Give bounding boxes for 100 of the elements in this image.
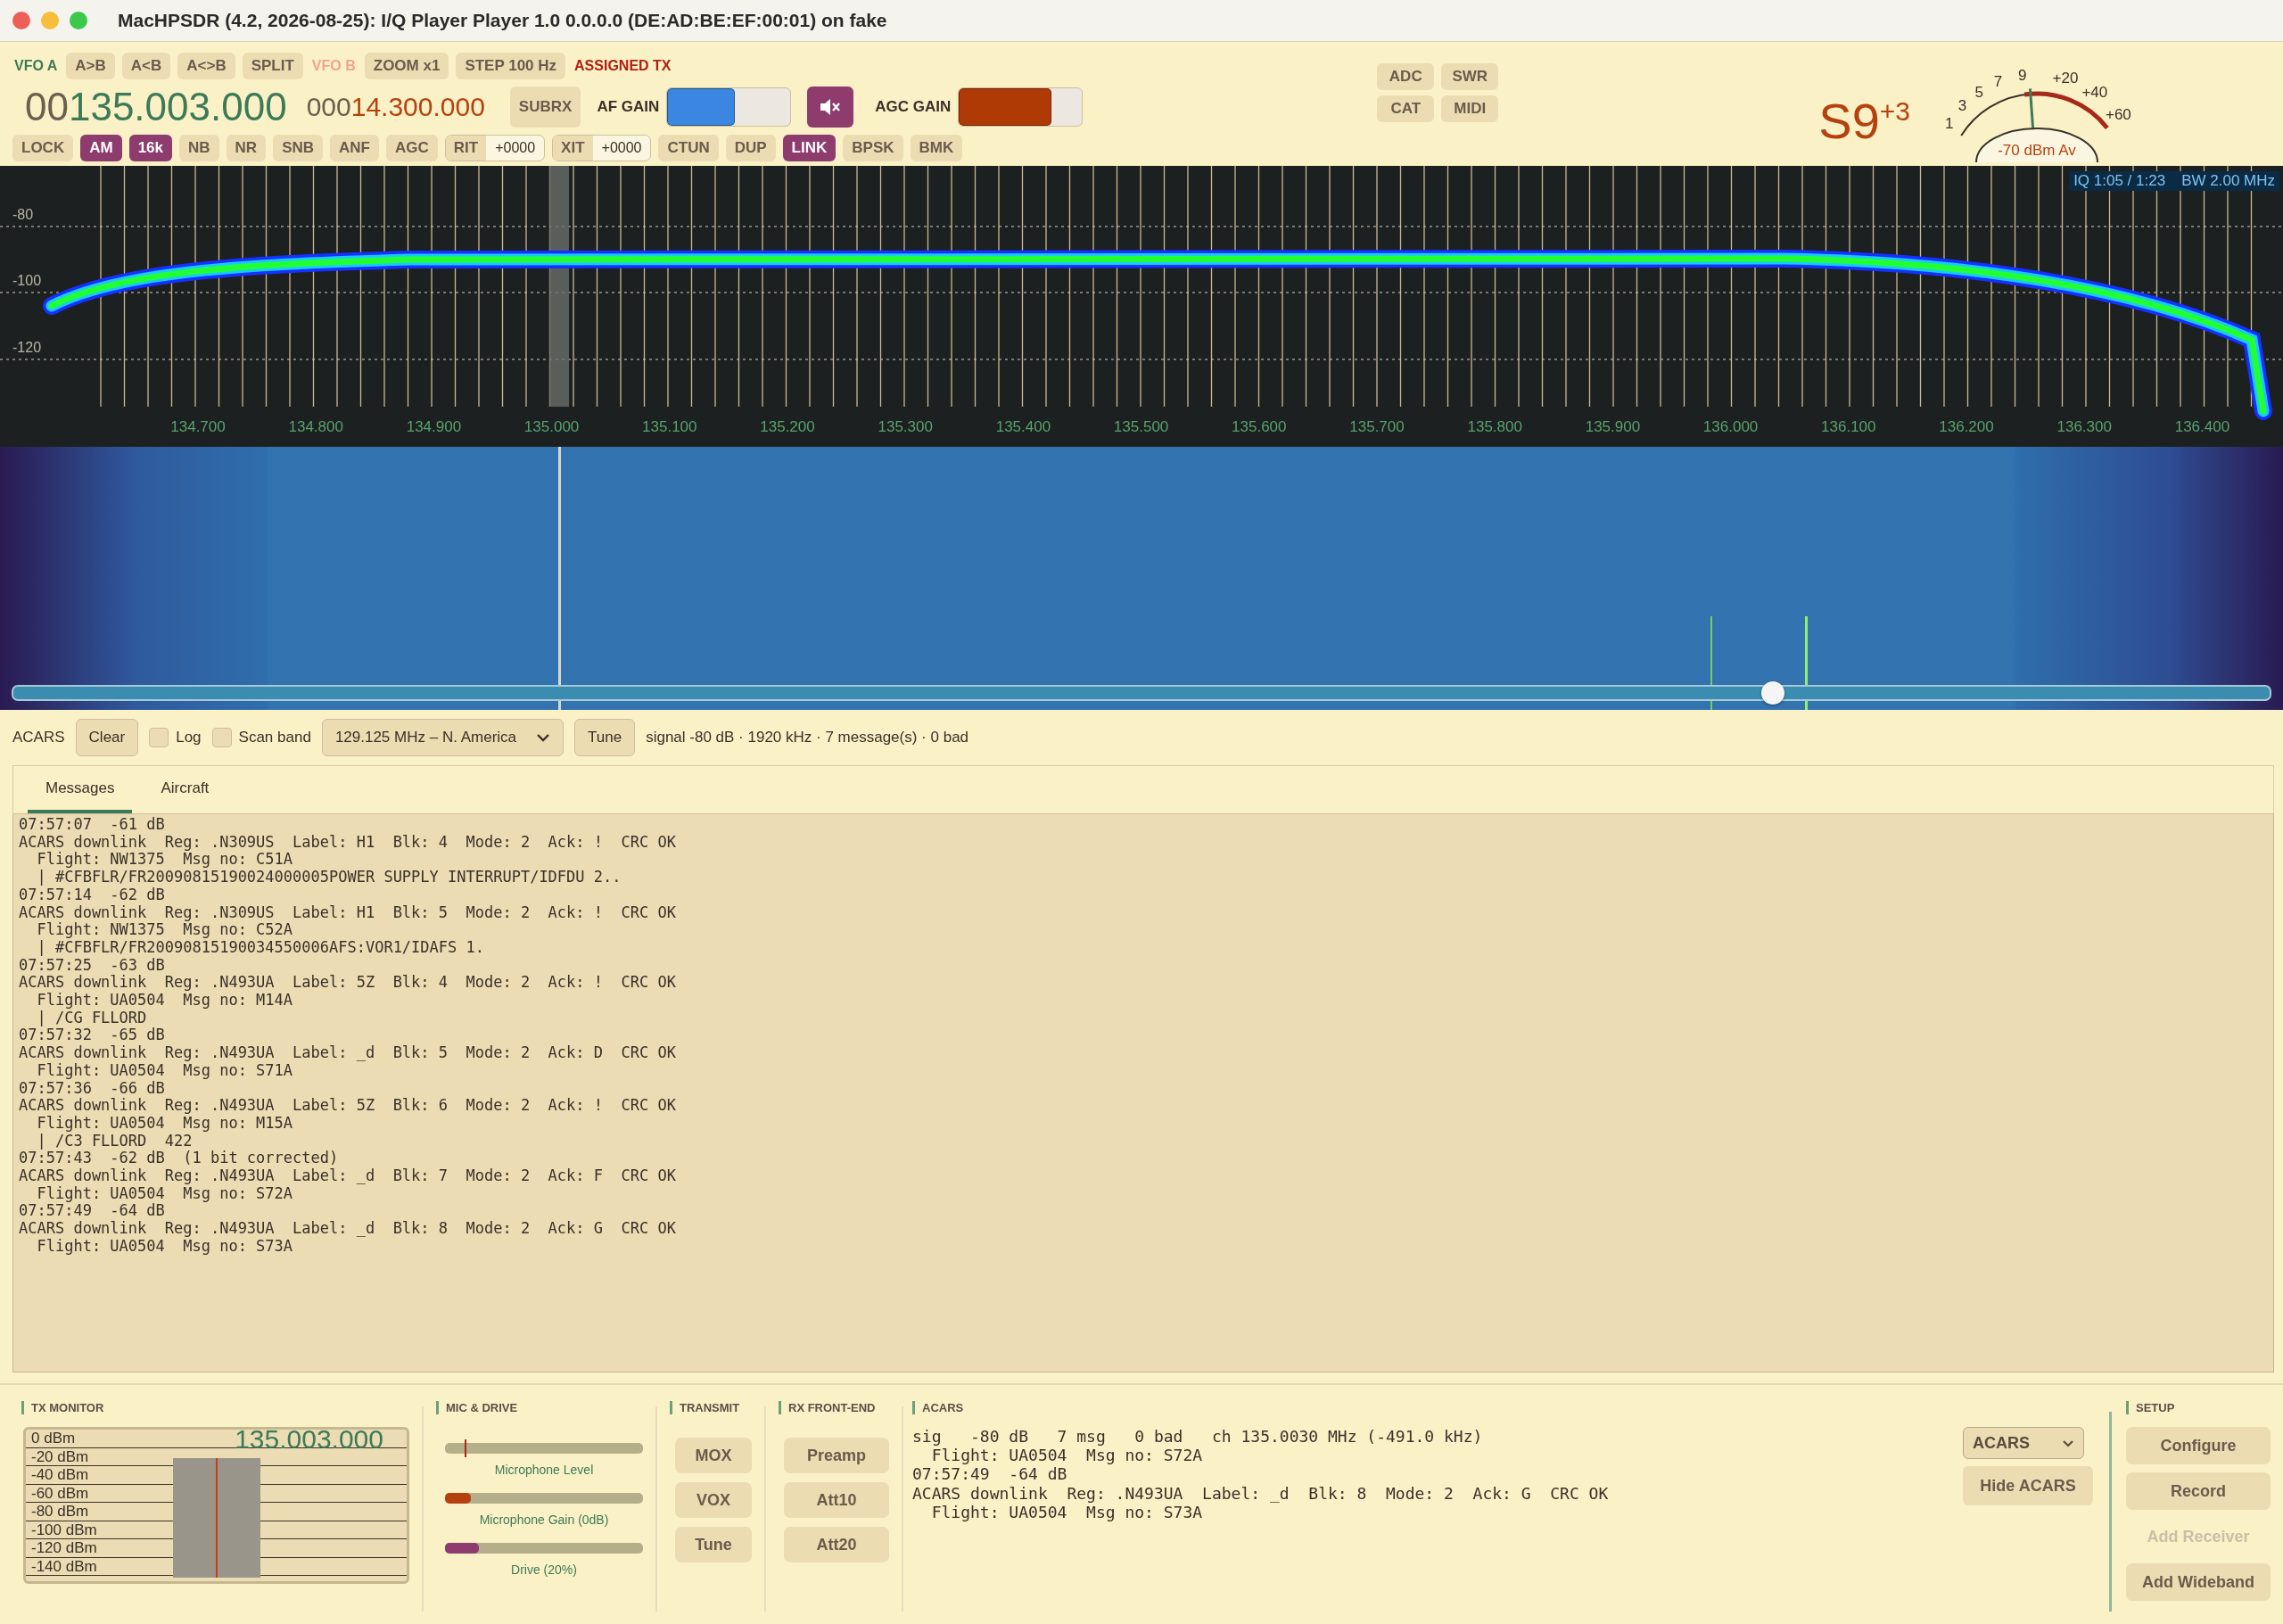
mode-button[interactable]: BMK [910, 135, 963, 161]
mode-button[interactable]: AGC [386, 135, 438, 161]
frequency-label: 135.300 [878, 418, 933, 435]
setup-button[interactable]: Configure [2126, 1427, 2271, 1464]
checkbox-label[interactable]: Log [176, 729, 202, 746]
close-button[interactable] [12, 12, 30, 29]
frequency-label: 135.400 [995, 418, 1051, 435]
agc-gain-slider[interactable] [958, 87, 1084, 127]
log-line: 07:57:36 -66 dB [19, 1079, 166, 1098]
meter-label: +20 [2052, 70, 2079, 87]
af-gain-label: AF GAIN [597, 98, 660, 116]
log-line: | /C3 FLLORD 422 [36, 1132, 193, 1150]
log-line: ACARS downlink Reg: .N493UA Label: _d Blk: 7 Mode: 2 Ack: F CRC OK [19, 1167, 677, 1185]
minimize-button[interactable] [41, 12, 59, 29]
setup-button[interactable]: Add Wideband [2126, 1563, 2271, 1601]
offset-field[interactable]: XIT +0000 [552, 135, 652, 161]
vfo-button[interactable]: ZOOM x1 [364, 53, 449, 79]
offset-field[interactable]: RIT +0000 [444, 135, 546, 161]
acars-line: sig -80 dB 7 msg 0 bad ch 135.0030 MHz (-491.0 kHz) [912, 1427, 1484, 1447]
mode-button[interactable]: NB [179, 135, 219, 161]
meter-label: 9 [2018, 67, 2027, 85]
interface-button[interactable]: SWR [1441, 63, 1499, 90]
acars-status: signal -80 dB · 1920 kHz · 7 message(s) · 0 bad [646, 729, 969, 746]
mode-button[interactable]: LINK [782, 135, 837, 161]
tab[interactable]: Aircraft [143, 779, 227, 813]
interface-button[interactable]: ADC [1377, 63, 1435, 90]
mode-button[interactable]: 16k [128, 135, 172, 161]
checkbox[interactable] [211, 728, 232, 747]
interface-button[interactable]: CAT [1377, 95, 1435, 122]
checkbox-label[interactable]: Scan band [238, 729, 311, 746]
vfo-label: ASSIGNED TX [573, 58, 672, 74]
log-line: | /CG FLLORD [36, 1009, 147, 1027]
frequency-label: 135.800 [1467, 418, 1522, 435]
front-end-button[interactable]: Att20 [784, 1527, 889, 1562]
vfo-label: VFO A [13, 58, 59, 74]
frequency-label: 136.300 [2056, 418, 2112, 435]
mode-button[interactable]: LOCK [12, 135, 74, 161]
log-line: | #CFBFLR/FR20090815190024000005POWER SUPPLY INTERRUPT/IDFDU 2.. [36, 869, 622, 886]
af-gain-slider[interactable] [666, 87, 792, 127]
vfo-label: VFO B [310, 58, 357, 74]
log-line: 07:57:25 -63 dB [19, 956, 166, 975]
bandwidth: BW 2.00 MHz [2181, 172, 2275, 190]
acars-line: 07:57:49 -64 dB [912, 1464, 1068, 1484]
section-heading: TRANSMIT [670, 1401, 752, 1414]
vfo-button[interactable]: SPLIT [242, 53, 303, 79]
hide-acars-button[interactable]: Hide ACARS [1963, 1466, 2093, 1505]
vfo-button[interactable]: STEP 100 Hz [456, 53, 566, 79]
vfo-b-frequency[interactable]: 00014.300.000 [306, 92, 485, 122]
checkbox[interactable] [149, 728, 169, 747]
acars-line: Flight: UA0504 Msg no: S73A [930, 1502, 1204, 1521]
mode-button[interactable]: AM [80, 135, 122, 161]
setup-button[interactable]: Record [2126, 1472, 2271, 1510]
acars-line: ACARS downlink Reg: .N493UA Label: _d Blk: 8 Mode: 2 Ack: G CRC OK [912, 1483, 1609, 1503]
decoder-dropdown[interactable]: ACARS [1963, 1427, 2084, 1459]
meter-label: 1 [1944, 114, 1954, 132]
transmit-button[interactable]: MOX [675, 1438, 752, 1473]
meter-label: +40 [2081, 83, 2108, 101]
s-meter-reading: S9$^{+3}$ [1818, 92, 1910, 150]
mode-button[interactable]: CTUN [658, 135, 719, 161]
transmit-button[interactable]: VOX [675, 1482, 752, 1518]
frequency-label: 135.100 [642, 418, 697, 435]
subrx-button[interactable]: SUBRX [509, 87, 581, 128]
log-line: Flight: UA0504 Msg no: M14A [36, 992, 294, 1010]
transmit-button[interactable]: Tune [675, 1527, 752, 1562]
log-line: ACARS downlink Reg: .N493UA Label: _d Blk: 8 Mode: 2 Ack: G CRC OK [19, 1220, 677, 1238]
zoom-button[interactable] [70, 12, 87, 29]
clear-button[interactable]: Clear [75, 719, 139, 756]
interface-button[interactable]: MIDI [1441, 95, 1499, 122]
mode-button[interactable]: ANF [330, 135, 379, 161]
log-line: ACARS downlink Reg: .N309US Label: H1 Blk: 4 Mode: 2 Ack: ! CRC OK [19, 833, 677, 852]
vfo-button[interactable]: A>B [66, 53, 115, 79]
log-line: Flight: NW1375 Msg no: C51A [36, 851, 294, 870]
chevron-icon [2062, 1439, 2074, 1447]
mute-button[interactable] [807, 87, 854, 128]
frequency-label: 136.000 [1702, 418, 1759, 435]
tune-button[interactable]: Tune [574, 719, 636, 756]
channel-dropdown[interactable]: 129.125 MHz – N. America [321, 719, 565, 756]
log-line: ACARS downlink Reg: .N493UA Label: 5Z Blk: 6 Mode: 2 Ack: ! CRC OK [19, 1097, 677, 1115]
mode-button[interactable]: SNB [273, 135, 324, 161]
log-line: Flight: UA0504 Msg no: S71A [36, 1061, 294, 1080]
front-end-button[interactable]: Att10 [784, 1482, 889, 1518]
vfo-a-frequency[interactable]: 00135.003.000 [25, 85, 287, 129]
level-slider[interactable] [445, 1543, 643, 1554]
mode-button[interactable]: DUP [725, 135, 776, 161]
log-line: | #CFBFLR/FR20090815190034550006AFS:VOR1/IDAFS 1. [36, 938, 485, 957]
meter-label: 3 [1957, 97, 1967, 115]
log-line: Flight: UA0504 Msg no: S73A [36, 1237, 294, 1256]
log-line: Flight: UA0504 Msg no: M15A [36, 1114, 294, 1133]
section-heading: ACARS [912, 1401, 2093, 1414]
mode-button[interactable]: NR [226, 135, 267, 161]
window-title: MacHPSDR (4.2, 2026-08-25): I/Q Player Player 1.0 0.0.0.0 (DE:AD:BE:EF:00:01) on fake [118, 10, 887, 31]
vfo-button[interactable]: A<B [121, 53, 171, 79]
frequency-label: 135.700 [1349, 418, 1405, 435]
speaker-muted-icon [819, 97, 843, 117]
log-line: ACARS downlink Reg: .N493UA Label: 5Z Blk: 4 Mode: 2 Ack: ! CRC OK [19, 974, 677, 993]
vfo-button[interactable]: A<>B [177, 53, 235, 79]
mode-button[interactable]: BPSK [843, 135, 903, 161]
front-end-button[interactable]: Preamp [784, 1438, 889, 1473]
level-slider[interactable] [445, 1493, 643, 1504]
frequency-label: 135.200 [760, 418, 815, 435]
